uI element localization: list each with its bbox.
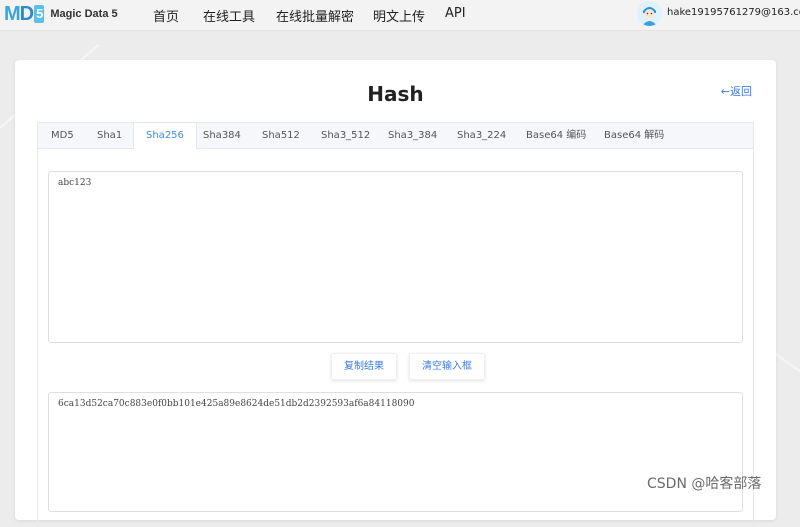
site-logo[interactable]: MD 5 Magic Data 5	[4, 3, 118, 25]
hash-algorithm-tabs: MD5 Sha1 Sha256 Sha384 Sha512 Sha3_512 S…	[37, 122, 754, 149]
nav-item-online-tools[interactable]: 在线工具	[203, 6, 255, 25]
nav-item-home[interactable]: 首页	[153, 6, 179, 25]
back-link[interactable]: ←返回	[721, 83, 752, 99]
nav-item-batch-decrypt[interactable]: 在线批量解密	[276, 6, 354, 25]
tab-sha3-224[interactable]: Sha3_224	[457, 123, 506, 148]
nav-item-plaintext-upload[interactable]: 明文上传	[373, 6, 425, 25]
output-textarea[interactable]: 6ca13d52ca70c883e0f0bb101e425a89e8624de5…	[48, 392, 743, 512]
tab-sha384[interactable]: Sha384	[203, 123, 241, 148]
tab-base64-decode[interactable]: Base64 解码	[604, 123, 664, 148]
copy-result-button[interactable]: 复制结果	[331, 353, 397, 380]
logo-text: Magic Data 5	[50, 8, 118, 20]
tab-sha256[interactable]: Sha256	[133, 123, 197, 149]
nav-item-api[interactable]: API	[445, 6, 466, 21]
avatar-icon	[637, 1, 662, 26]
page-title: Hash	[367, 82, 424, 106]
input-textarea[interactable]: abc123	[48, 171, 743, 343]
clear-input-button[interactable]: 清空输入框	[409, 353, 485, 380]
tab-sha3-512[interactable]: Sha3_512	[321, 123, 370, 148]
top-navbar: MD 5 Magic Data 5 首页 在线工具 在线批量解密 明文上传 API…	[0, 0, 800, 31]
user-avatar[interactable]	[637, 1, 662, 26]
tab-sha512[interactable]: Sha512	[262, 123, 300, 148]
tab-sha3-384[interactable]: Sha3_384	[388, 123, 437, 148]
tab-sha1[interactable]: Sha1	[97, 123, 122, 148]
tab-base64-encode[interactable]: Base64 编码	[526, 123, 586, 148]
logo-mark: MD 5	[4, 3, 45, 25]
tab-md5[interactable]: MD5	[51, 123, 74, 148]
user-email[interactable]: hake19195761279@163.com	[667, 7, 800, 18]
hash-tool-card: Hash ←返回 MD5 Sha1 Sha256 Sha384 Sha512 S…	[15, 60, 776, 527]
watermark: CSDN @哈客部落	[647, 476, 762, 492]
